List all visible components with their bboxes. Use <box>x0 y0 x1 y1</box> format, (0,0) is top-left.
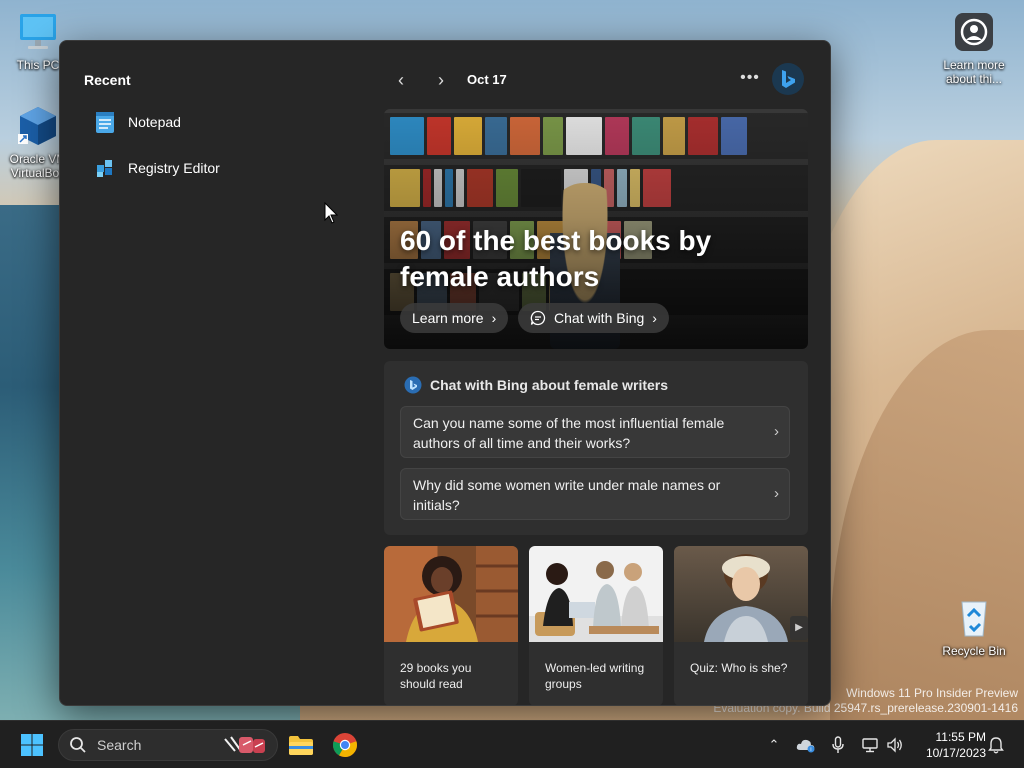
hero-story-card[interactable]: 60 of the best books by female authors L… <box>384 109 808 349</box>
svg-text:i: i <box>810 747 811 753</box>
start-button[interactable] <box>16 729 48 761</box>
taskbar: Search ⌃ i 11:55 PM 10/17/2023 <box>0 720 1024 768</box>
article-title: Quiz: Who is she? <box>690 661 788 675</box>
recycle-bin-icon <box>961 601 987 637</box>
search-placeholder: Search <box>97 737 142 753</box>
chrome-icon <box>333 733 357 757</box>
bing-chat-card: Chat with Bing about female writers Can … <box>384 361 808 535</box>
search-icon <box>70 737 86 753</box>
chat-with-bing-label: Chat with Bing <box>554 310 645 326</box>
next-button[interactable]: › <box>428 67 454 93</box>
cloud-icon: i <box>796 739 815 753</box>
volume-button[interactable] <box>884 729 906 761</box>
file-explorer-button[interactable] <box>285 729 317 761</box>
caret-right-icon: ▶ <box>795 622 803 633</box>
microphone-icon <box>832 736 844 753</box>
notepad-icon <box>96 112 114 133</box>
mouse-pointer-icon <box>324 202 338 224</box>
hero-title[interactable]: 60 of the best books by female authors <box>400 223 740 295</box>
bing-chat-heading-text: Chat with Bing about female writers <box>430 377 669 393</box>
volume-icon <box>887 737 902 753</box>
chevron-left-icon: ‹ <box>398 69 404 90</box>
bing-chat-question[interactable]: Why did some women write under male name… <box>400 468 790 520</box>
bing-chat-icon <box>404 376 422 394</box>
chrome-button[interactable] <box>329 729 361 761</box>
chat-with-bing-button[interactable]: Chat with Bing › <box>518 303 669 333</box>
recent-item-registry-editor[interactable]: Registry Editor <box>94 151 334 185</box>
recent-item-notepad[interactable]: Notepad <box>94 105 334 139</box>
article-card[interactable]: Quiz: Who is she? <box>674 546 808 705</box>
article-title: Women-led writing groups <box>545 661 645 691</box>
desktop-icon-recycle-bin[interactable]: Recycle Bin <box>936 596 1012 658</box>
article-thumbnail <box>529 546 663 642</box>
recent-item-label: Notepad <box>128 114 181 130</box>
chevron-right-icon: › <box>774 485 779 502</box>
article-card[interactable]: 29 books you should read <box>384 546 518 705</box>
network-button[interactable] <box>858 729 882 761</box>
system-clock[interactable]: 11:55 PM 10/17/2023 <box>912 729 986 761</box>
bing-chat-heading: Chat with Bing about female writers <box>404 376 668 394</box>
more-options-button[interactable]: ••• <box>736 67 764 93</box>
recent-heading: Recent <box>84 72 131 88</box>
bell-icon <box>988 737 1004 754</box>
clock-date: 10/17/2023 <box>925 746 986 760</box>
previous-button[interactable]: ‹ <box>388 67 414 93</box>
learn-more-button[interactable]: Learn more › <box>400 303 509 333</box>
bing-chat-question[interactable]: Can you name some of the most influentia… <box>400 406 790 458</box>
network-icon <box>862 738 878 753</box>
learn-more-icon <box>955 13 993 51</box>
microphone-button[interactable] <box>828 729 848 761</box>
onedrive-button[interactable]: i <box>794 729 818 761</box>
chevron-right-icon: › <box>438 69 444 90</box>
article-thumbnail <box>674 546 808 642</box>
bing-button[interactable] <box>772 63 804 95</box>
registry-editor-icon <box>97 160 112 177</box>
scroll-right-button[interactable]: ▶ <box>790 616 808 640</box>
windows-logo-icon <box>21 734 43 756</box>
bing-chat-question-text: Can you name some of the most influentia… <box>413 415 725 451</box>
feed-date: Oct 17 <box>467 72 507 87</box>
notifications-button[interactable] <box>986 729 1006 761</box>
virtualbox-icon <box>18 107 56 145</box>
chat-bubble-icon <box>530 310 546 326</box>
monitor-icon <box>20 14 56 49</box>
bing-logo-icon <box>782 70 795 88</box>
desktop-icon-label: Recycle Bin <box>942 644 1006 658</box>
article-title: 29 books you should read <box>400 661 472 691</box>
recent-item-label: Registry Editor <box>128 160 220 176</box>
chevron-right-icon: › <box>774 423 779 440</box>
desktop-icon-label: Learn more about thi... <box>943 58 1005 86</box>
desktop-icon-label: This PC <box>16 58 60 72</box>
chevron-right-icon: › <box>491 310 497 326</box>
chevron-right-icon: › <box>652 310 657 326</box>
show-hidden-icons-button[interactable]: ⌃ <box>764 729 784 761</box>
article-card[interactable]: Women-led writing groups <box>529 546 663 705</box>
folder-icon <box>289 736 313 755</box>
article-thumbnail <box>384 546 518 642</box>
clock-time: 11:55 PM <box>935 730 986 744</box>
widgets-start-panel: Recent Notepad Registry Editor ‹ › Oct 1… <box>59 40 831 706</box>
learn-more-label: Learn more <box>412 310 484 326</box>
bing-chat-question-text: Why did some women write under male name… <box>413 477 721 513</box>
search-highlight-icon <box>224 736 265 753</box>
desktop-icon-learn-more[interactable]: Learn more about thi... <box>936 10 1012 86</box>
taskbar-search[interactable]: Search <box>58 729 278 761</box>
chevron-up-icon: ⌃ <box>768 737 780 752</box>
ellipsis-icon: ••• <box>740 69 760 86</box>
